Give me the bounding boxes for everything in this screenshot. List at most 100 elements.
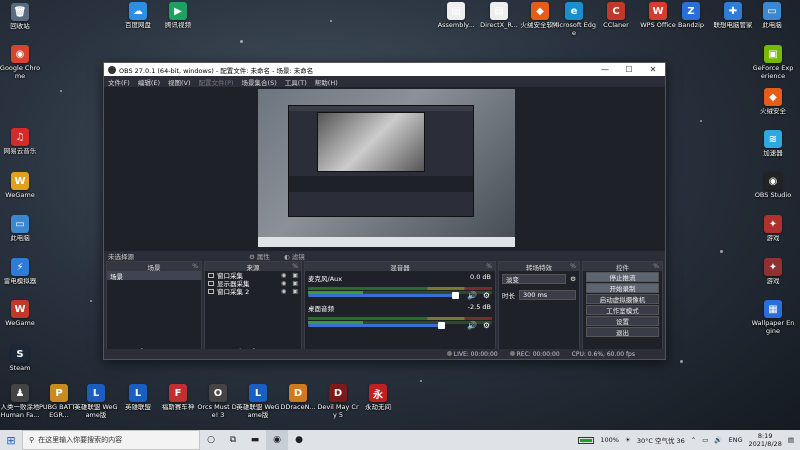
task-view-icon[interactable]: ⧉ (222, 435, 244, 445)
desktop-icon[interactable]: ▤ Assembly... (434, 2, 478, 30)
desktop-icon[interactable]: Z Bandzip (669, 2, 713, 30)
desktop-icon[interactable]: ◉ Google Chrome (0, 45, 42, 80)
desktop-icon[interactable]: L 英雄联盟 WeGame版 (74, 384, 118, 419)
desktop-icon-label: GeForce Experience (752, 65, 794, 80)
weather-sun-icon[interactable]: ☀ (625, 436, 631, 444)
desktop-icon[interactable]: 永永劫无间 (356, 384, 400, 412)
obs-window[interactable]: OBS 27.0.1 (64-bit, windows) - 配置文件: 未命名… (103, 62, 666, 360)
desktop-icon[interactable]: S Steam (0, 345, 42, 373)
desktop-icon[interactable]: ▶ 腾讯视频 (156, 2, 200, 30)
desktop-icon[interactable]: L 英雄联盟 WeGame版 (236, 384, 280, 419)
desktop-icon[interactable]: ▭ 此电脑 (0, 215, 42, 243)
desktop-icon[interactable]: ◆ 火绒安全 (751, 88, 795, 116)
desktop-icon-label: 腾讯视频 (165, 22, 191, 29)
desktop-icon[interactable]: F 福斯赛车神 (156, 384, 200, 412)
battery-icon[interactable] (578, 436, 595, 444)
desktop-icon[interactable]: ♟ 人类一败涂地 Human Fa... (0, 384, 42, 419)
speaker-icon[interactable]: 🔊 (467, 291, 477, 300)
app-icon: ◆ (764, 88, 782, 106)
gear-icon[interactable]: ⚙ (483, 321, 490, 330)
close-icon[interactable]: ✕ (641, 65, 665, 74)
lock-icon[interactable]: ▣ (292, 280, 298, 287)
filters-button[interactable]: ◐ 滤镜 (284, 251, 305, 261)
app-icon: W (11, 300, 29, 318)
channel-name: 桌面音频 (308, 305, 334, 313)
desktop-icon[interactable]: ≋ 加速器 (751, 130, 795, 158)
desktop-icon[interactable]: O Orcs Must Die! 3 (196, 384, 240, 419)
desktop-icon[interactable]: ▭ 此电脑 (750, 2, 794, 30)
obs-titlebar[interactable]: OBS 27.0.1 (64-bit, windows) - 配置文件: 未命名… (104, 63, 665, 76)
virtual-camera-button[interactable]: 启动虚拟摄像机 (586, 294, 659, 304)
desktop-icon[interactable]: ♫ 网易云音乐 (0, 128, 42, 156)
cortana-icon[interactable]: ○ (200, 435, 222, 445)
volume-icon[interactable]: 🔊 (714, 436, 722, 444)
notification-icon[interactable]: ▤ (788, 436, 794, 444)
window-icon (208, 288, 214, 294)
app-icon: ✦ (764, 215, 782, 233)
clock[interactable]: 8:19 2021/8/28 (749, 432, 782, 448)
obs-taskbar-icon[interactable]: ◉ (266, 430, 288, 450)
desktop-icon[interactable]: 🗑 回收站 (0, 3, 42, 31)
minimize-icon[interactable]: — (593, 65, 617, 74)
weather-text[interactable]: 30°C 空气优 36 (637, 435, 685, 445)
desktop-icon[interactable]: ▤ DirectX_R... (477, 2, 521, 30)
desktop-icon[interactable]: e Microsoft Edge (552, 2, 596, 37)
transition-select[interactable]: 淡变 (502, 274, 567, 284)
lock-icon[interactable]: ▣ (292, 272, 298, 279)
gear-icon[interactable]: ⚙ (570, 275, 576, 283)
menu-view[interactable]: 视图(V) (168, 77, 191, 87)
exit-button[interactable]: 退出 (586, 327, 659, 337)
mixer-channel: 麦克风/Aux 0.0 dB 🔊 ⚙ (305, 271, 495, 301)
network-icon[interactable]: ▭ (702, 436, 708, 444)
windows-start-icon[interactable]: ⊞ (0, 434, 22, 447)
language-indicator[interactable]: ENG (728, 436, 742, 444)
desktop-icon[interactable]: ▦ Wallpaper Engine (751, 300, 795, 335)
menu-edit[interactable]: 编辑(E) (138, 77, 160, 87)
eye-icon[interactable]: ◉ (281, 288, 286, 295)
desktop-icon[interactable]: ⚡ 雷电模拟器 (0, 258, 42, 286)
desktop-icon[interactable]: C CClaner (594, 2, 638, 30)
eye-icon[interactable]: ◉ (281, 272, 286, 279)
scene-item[interactable]: 场景 (107, 271, 201, 281)
desktop-icon[interactable]: D DDraceN... (276, 384, 320, 412)
stop-streaming-button[interactable]: 停止推流 (586, 272, 659, 282)
desktop-icon-label: Bandzip (677, 22, 705, 29)
desktop-icon[interactable]: ✦ 游戏 (751, 215, 795, 243)
properties-button[interactable]: ⚙ 属性 (249, 251, 270, 261)
menu-file[interactable]: 文件(F) (108, 77, 130, 87)
file-explorer-icon[interactable]: ▬ (244, 435, 266, 445)
chevron-up-icon[interactable]: ⌃ (691, 436, 696, 444)
settings-button[interactable]: 设置 (586, 316, 659, 326)
monitor-icon (208, 280, 214, 286)
volume-slider[interactable] (308, 292, 459, 299)
eye-icon[interactable]: ◉ (281, 280, 286, 287)
desktop-icon[interactable]: W WeGame (0, 300, 42, 328)
desktop-icon[interactable]: ▣ GeForce Experience (751, 45, 795, 80)
speaker-icon[interactable]: 🔊 (467, 321, 477, 330)
desktop-icon[interactable]: D Devil May Cry 5 (316, 384, 360, 419)
desktop-icon-label: 英雄联盟 WeGame版 (236, 404, 280, 419)
source-item[interactable]: 窗口采集 2 ◉ ▣ (205, 287, 301, 296)
desktop-icon[interactable]: W WeGame (0, 172, 42, 200)
maximize-icon[interactable]: ☐ (617, 65, 641, 74)
gear-icon[interactable]: ⚙ (483, 291, 490, 300)
no-source-label: 未选择源 (108, 253, 134, 261)
duration-input[interactable]: 300 ms (519, 290, 576, 300)
volume-slider[interactable] (308, 322, 445, 329)
menu-tools[interactable]: 工具(T) (285, 77, 307, 87)
desktop-icon[interactable]: ◉ OBS Studio (751, 172, 795, 200)
desktop-icon[interactable]: ✦ 游戏 (751, 258, 795, 286)
menu-profile[interactable]: 配置文件(P) (199, 77, 234, 87)
menu-scene-collection[interactable]: 场景集合(S) (242, 77, 277, 87)
desktop-icon[interactable]: ✚ 联想电脑管家 (711, 2, 755, 30)
obs-studio-taskbar-icon[interactable]: ● (288, 435, 310, 445)
desktop-icon[interactable]: L 英雄联盟 (116, 384, 160, 412)
lock-icon[interactable]: ▣ (292, 288, 298, 295)
preview-canvas[interactable] (258, 89, 515, 247)
desktop-icon[interactable]: ☁ 百度网盘 (116, 2, 160, 30)
menu-help[interactable]: 帮助(H) (315, 77, 338, 87)
start-recording-button[interactable]: 开始录制 (586, 283, 659, 293)
taskbar-search[interactable]: ⚲ 在这里输入你要搜索的内容 (22, 430, 200, 450)
desktop-icon-label: 网易云音乐 (3, 148, 37, 155)
studio-mode-button[interactable]: 工作室模式 (586, 305, 659, 315)
